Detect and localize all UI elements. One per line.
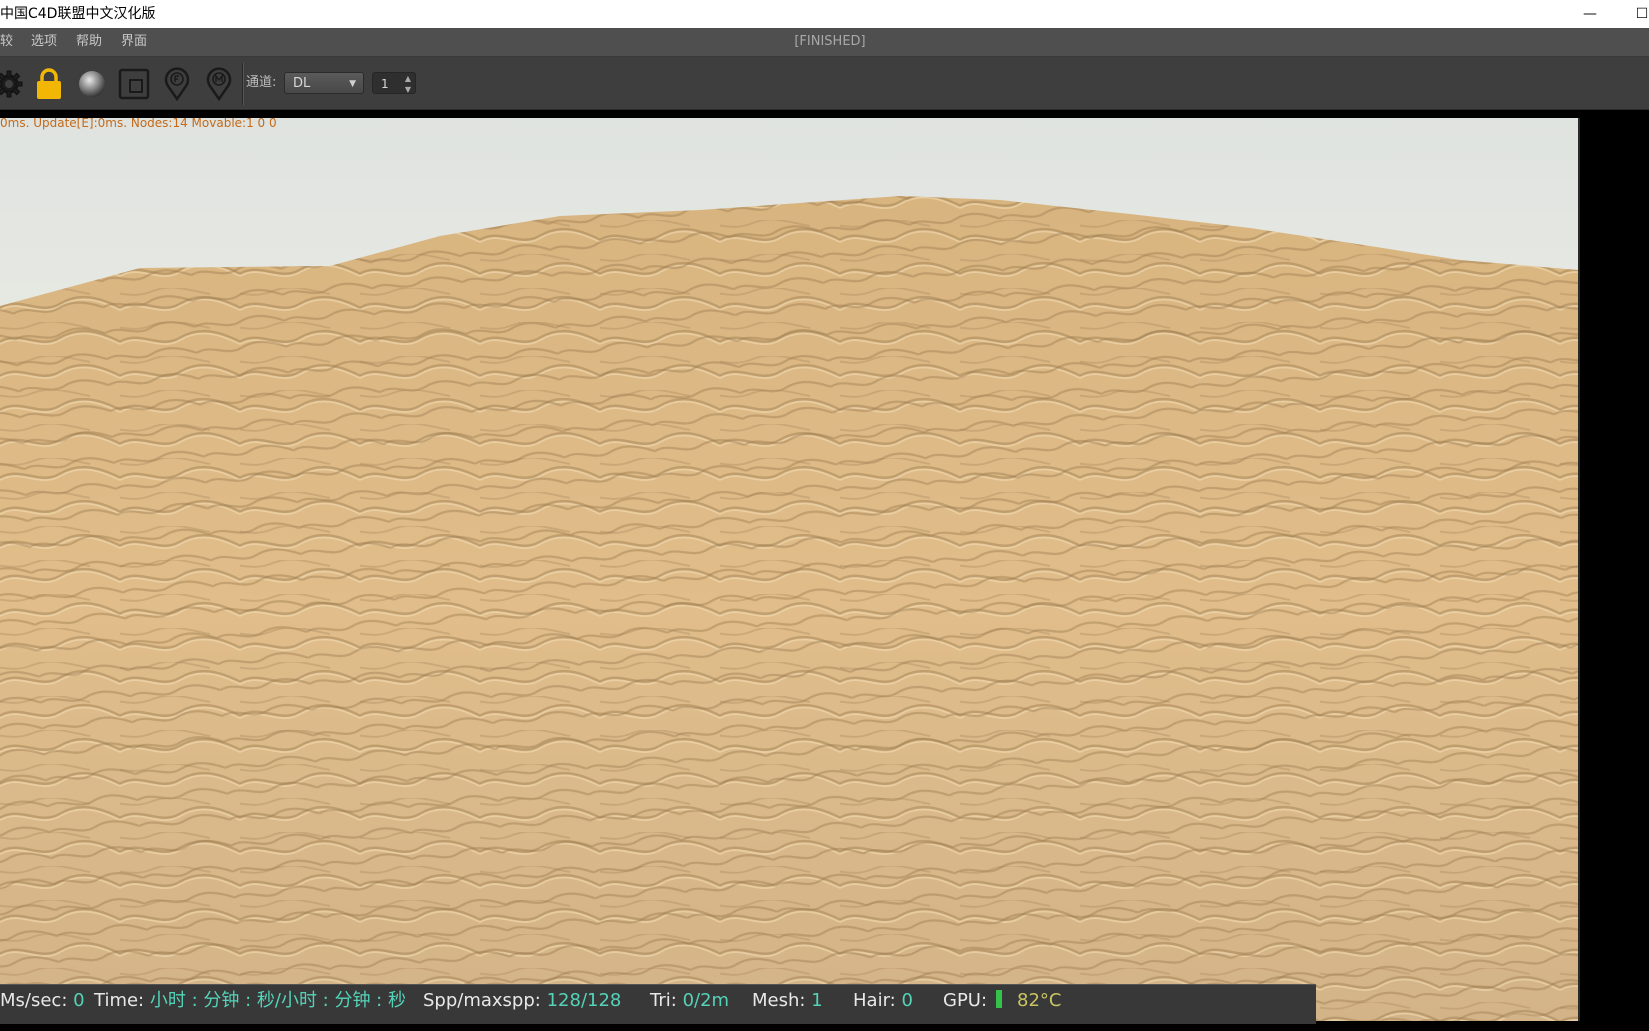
mesh-label: Mesh: [752, 990, 806, 1011]
time-label: Time: [94, 990, 145, 1011]
toolbar: 通道: DL ▼ 1 ▲ ▼ [0, 57, 1649, 110]
sand-dune-image [0, 196, 1578, 1021]
minimize-button[interactable]: — [1570, 0, 1610, 28]
gpu-stat: GPU: [943, 986, 1002, 1016]
ms-stat: Ms/sec: 0 [0, 986, 85, 1016]
gpu-load-bar [995, 990, 1002, 1008]
hair-value: 0 [901, 990, 913, 1011]
render-viewport: 0ms. Update[E]:0ms. Nodes:14 Movable:1 0… [0, 110, 1649, 1031]
render-debug-text: 0ms. Update[E]:0ms. Nodes:14 Movable:1 0… [0, 118, 277, 130]
tri-stat: Tri: 0/2m [650, 986, 729, 1016]
region-render-icon[interactable] [117, 67, 151, 101]
render-statusbar: Ms/sec: 0 Time: 小时 : 分钟 : 秒/小时 : 分钟 : 秒 … [0, 984, 1316, 1024]
channel-select-value: DL [293, 76, 311, 91]
render-status: [FINISHED] [794, 34, 866, 49]
ms-value: 0 [73, 990, 85, 1011]
menu-bar: 较 选项 帮助 界面 [FINISHED] [0, 28, 1649, 57]
maximize-button[interactable]: ☐ [1622, 0, 1649, 28]
toolbar-divider [242, 63, 243, 105]
mesh-stat: Mesh: 1 [752, 986, 823, 1016]
mesh-value: 1 [811, 990, 823, 1011]
layer-stepper[interactable]: 1 ▲ ▼ [372, 72, 416, 94]
time-value: 小时 : 分钟 : 秒/小时 : 分钟 : 秒 [149, 990, 406, 1011]
title-bar: 中国C4D联盟中文汉化版 — ☐ [0, 0, 1649, 28]
window-title: 中国C4D联盟中文汉化版 [0, 6, 156, 22]
pin-f-icon[interactable] [160, 67, 194, 101]
spp-stat: Spp/maxspp: 128/128 [423, 986, 621, 1016]
channel-select[interactable]: DL ▼ [284, 72, 364, 94]
lock-icon[interactable] [32, 67, 66, 101]
channel-label: 通道: [246, 75, 277, 90]
hair-label: Hair: [853, 990, 896, 1011]
material-ball-icon[interactable] [75, 67, 109, 101]
time-stat: Time: 小时 : 分钟 : 秒/小时 : 分钟 : 秒 [94, 986, 406, 1016]
render-image[interactable]: 0ms. Update[E]:0ms. Nodes:14 Movable:1 0… [0, 118, 1580, 1021]
spp-label: Spp/maxspp: [423, 990, 541, 1011]
tri-value: 0/2m [682, 990, 730, 1011]
gpu-temperature: 82°C [1017, 990, 1062, 1011]
hair-stat: Hair: 0 [853, 986, 913, 1016]
gear-icon[interactable] [0, 67, 26, 101]
spp-value: 128/128 [546, 990, 622, 1011]
stepper-arrows-icon[interactable]: ▲ ▼ [405, 73, 411, 95]
tri-label: Tri: [650, 990, 677, 1011]
pin-m-icon[interactable] [202, 67, 236, 101]
gpu-label: GPU: [943, 990, 988, 1011]
ms-label: Ms/sec: [0, 990, 68, 1011]
chevron-down-icon: ▼ [349, 79, 356, 89]
layer-stepper-value: 1 [381, 77, 389, 91]
